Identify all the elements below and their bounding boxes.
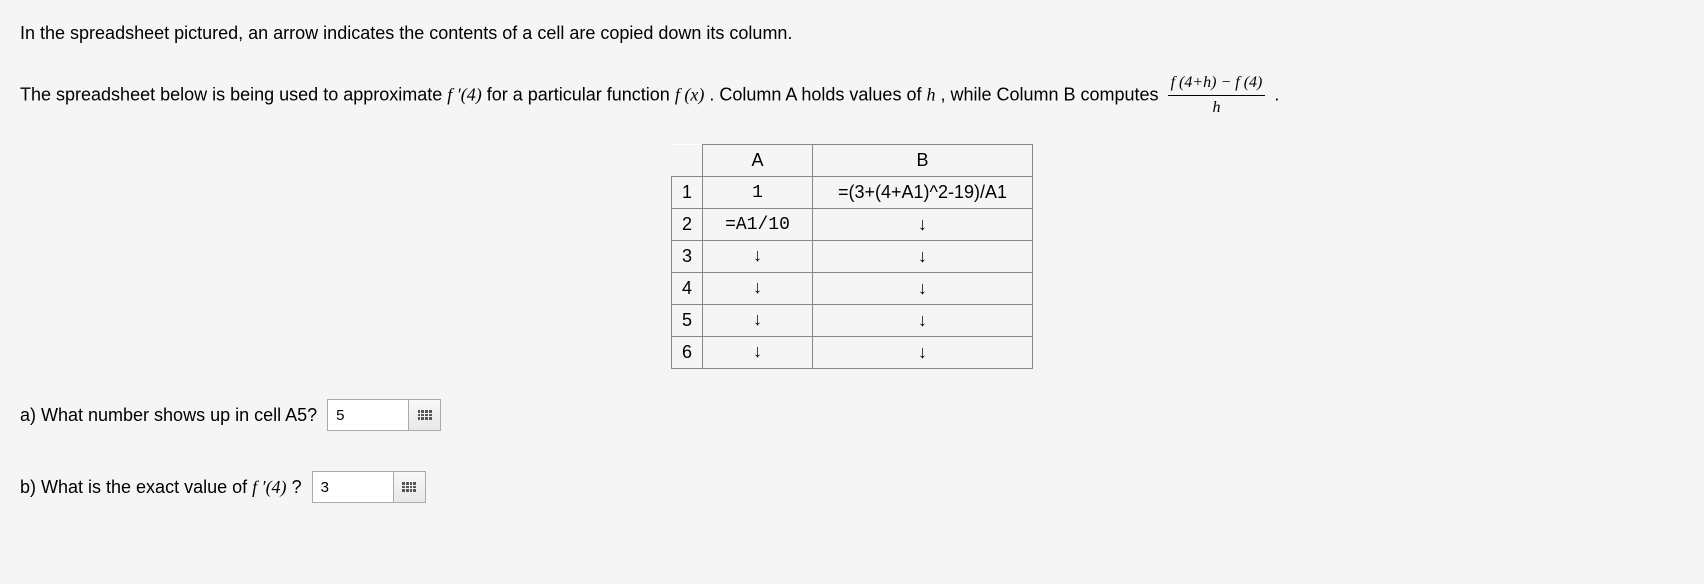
answer-b-input[interactable] <box>313 472 393 502</box>
cell-a4: ↓ <box>703 273 813 305</box>
table-row: 6 ↓ ↓ <box>671 337 1032 369</box>
text: b) What is the exact value of <box>20 477 252 497</box>
cell-a3: ↓ <box>703 241 813 273</box>
table-row: 2 =A1/10 ↓ <box>671 209 1032 241</box>
cell-a6: ↓ <box>703 337 813 369</box>
table-row: 1 1 =(3+(4+A1)^2-19)/A1 <box>671 177 1032 209</box>
cell-a2: =A1/10 <box>703 209 813 241</box>
column-header-a: A <box>703 145 813 177</box>
answer-a-group <box>327 399 441 431</box>
question-b-row: b) What is the exact value of f ′(4) ? <box>20 471 1684 503</box>
intro-paragraph-1: In the spreadsheet pictured, an arrow in… <box>20 20 1684 47</box>
keyboard-icon <box>402 482 416 492</box>
cell-b2: ↓ <box>813 209 1033 241</box>
keyboard-icon <box>418 410 432 420</box>
fraction-denominator: h <box>1168 96 1266 120</box>
cell-b4: ↓ <box>813 273 1033 305</box>
cell-b6: ↓ <box>813 337 1033 369</box>
row-header: 1 <box>671 177 702 209</box>
cell-a1: 1 <box>703 177 813 209</box>
text: . <box>1274 84 1279 104</box>
question-a-label: a) What number shows up in cell A5? <box>20 405 317 426</box>
cell-a5: ↓ <box>703 305 813 337</box>
math-fprime4: f ′(4) <box>252 477 286 497</box>
table-row: 4 ↓ ↓ <box>671 273 1032 305</box>
cell-b5: ↓ <box>813 305 1033 337</box>
text: ? <box>292 477 302 497</box>
table-row: 5 ↓ ↓ <box>671 305 1032 337</box>
table-row: 3 ↓ ↓ <box>671 241 1032 273</box>
row-header: 6 <box>671 337 702 369</box>
keyboard-button[interactable] <box>408 400 440 430</box>
text: The spreadsheet below is being used to a… <box>20 84 447 104</box>
table-corner <box>671 145 702 177</box>
cell-b1: =(3+(4+A1)^2-19)/A1 <box>813 177 1033 209</box>
question-a-row: a) What number shows up in cell A5? <box>20 399 1684 431</box>
row-header: 2 <box>671 209 702 241</box>
row-header: 5 <box>671 305 702 337</box>
question-b-label: b) What is the exact value of f ′(4) ? <box>20 477 302 498</box>
keyboard-button[interactable] <box>393 472 425 502</box>
text: , while Column B computes <box>940 84 1163 104</box>
row-header: 4 <box>671 273 702 305</box>
fraction-numerator: f (4+h) − f (4) <box>1168 71 1266 96</box>
difference-quotient-fraction: f (4+h) − f (4) h <box>1168 71 1266 120</box>
math-h: h <box>926 84 935 104</box>
text: . Column A holds values of <box>709 84 926 104</box>
cell-b3: ↓ <box>813 241 1033 273</box>
column-header-b: B <box>813 145 1033 177</box>
text: for a particular function <box>487 84 675 104</box>
math-fprime4: f ′(4) <box>447 84 481 104</box>
row-header: 3 <box>671 241 702 273</box>
spreadsheet-table: A B 1 1 =(3+(4+A1)^2-19)/A1 2 =A1/10 ↓ 3… <box>671 144 1033 369</box>
answer-b-group <box>312 471 426 503</box>
intro-paragraph-2: The spreadsheet below is being used to a… <box>20 71 1684 120</box>
math-fx: f (x) <box>675 84 704 104</box>
answer-a-input[interactable] <box>328 400 408 430</box>
